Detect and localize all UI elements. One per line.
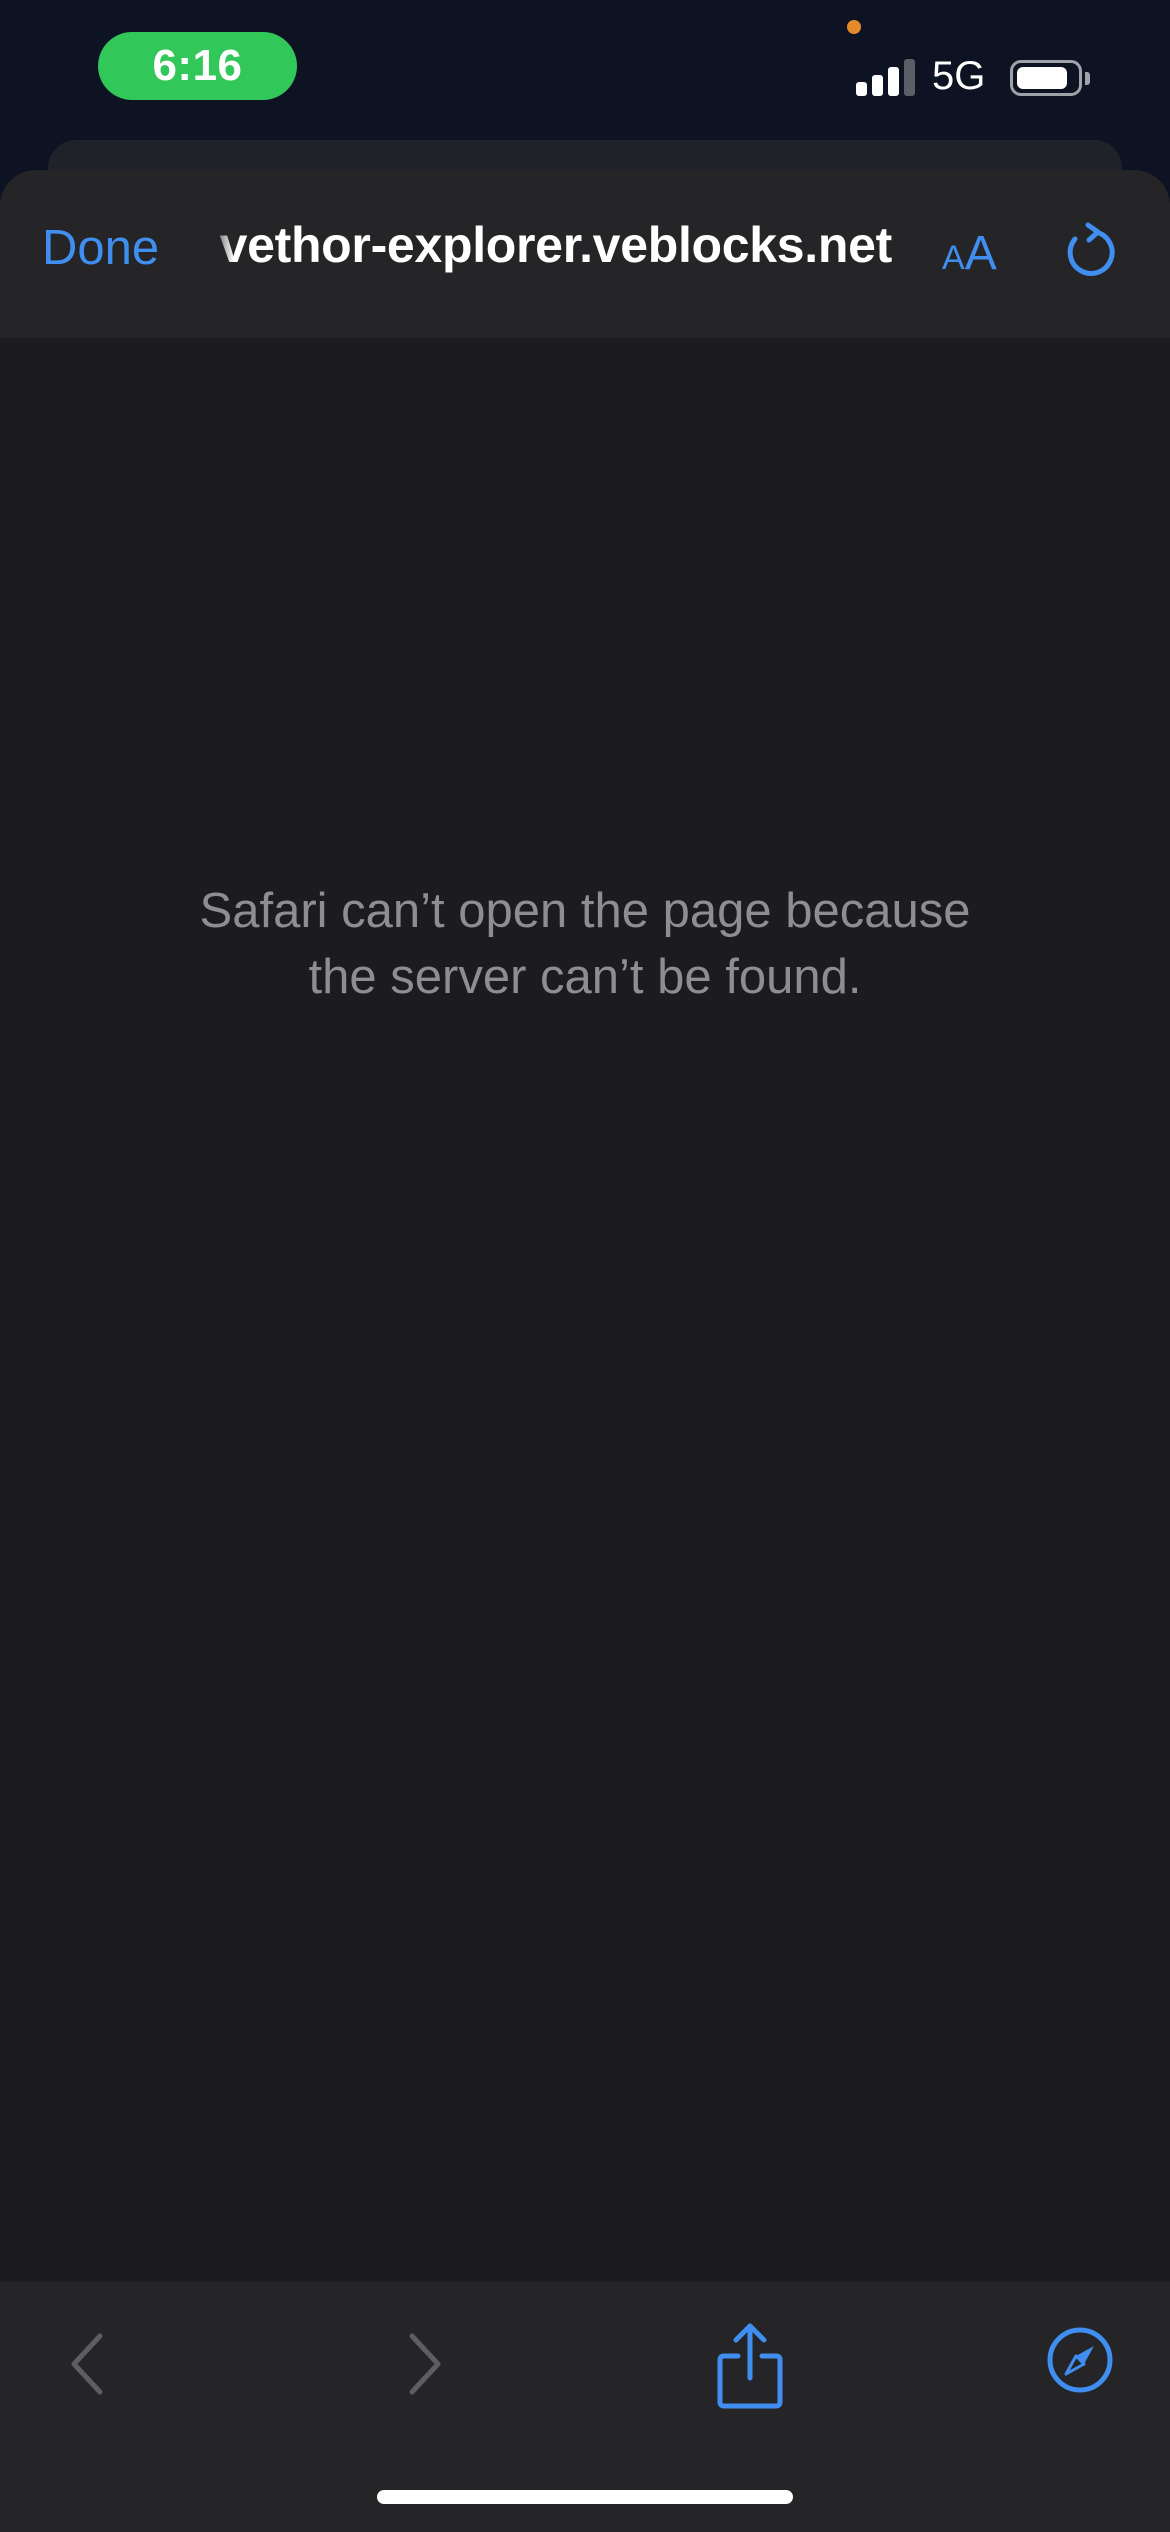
status-bar: 6:16 5G [0, 0, 1170, 140]
browser-nav-bar: Done vethor-explorer.veblocks.net AA [0, 170, 1170, 338]
error-message: Safari can’t open the page because the s… [0, 878, 1170, 1010]
text-size-button[interactable]: AA [942, 226, 997, 281]
battery-icon [1010, 60, 1082, 96]
screen: 6:16 5G Done vethor-explorer.veblocks.ne… [0, 0, 1170, 2532]
reload-icon [1067, 222, 1115, 276]
back-button[interactable] [60, 2324, 116, 2404]
url-text: vethor-explorer.veblocks.net [219, 217, 892, 273]
reload-button[interactable] [1062, 222, 1120, 280]
text-size-small-glyph: A [942, 239, 965, 277]
status-time[interactable]: 6:16 [98, 32, 297, 100]
battery-cap [1085, 72, 1090, 85]
home-indicator[interactable] [377, 2490, 793, 2504]
web-content: Safari can’t open the page because the s… [0, 338, 1170, 2282]
text-size-large-glyph: A [964, 227, 997, 280]
done-button[interactable]: Done [42, 220, 159, 276]
chevron-left-icon [71, 2333, 103, 2395]
share-button[interactable] [714, 2320, 786, 2412]
network-type: 5G [932, 54, 986, 98]
open-in-safari-button[interactable] [1046, 2326, 1114, 2394]
microphone-indicator-icon [847, 20, 861, 34]
cellular-signal-icon [856, 58, 916, 96]
share-icon [717, 2323, 783, 2409]
forward-button[interactable] [396, 2324, 452, 2404]
url-field[interactable]: vethor-explorer.veblocks.net [212, 212, 892, 282]
safari-view-sheet: Done vethor-explorer.veblocks.net AA Saf… [0, 170, 1170, 2532]
error-line-1: Safari can’t open the page because [199, 884, 971, 938]
chevron-right-icon [409, 2333, 441, 2395]
error-line-2: the server can’t be found. [308, 950, 862, 1004]
battery-fill [1017, 67, 1067, 89]
compass-icon [1047, 2327, 1113, 2393]
